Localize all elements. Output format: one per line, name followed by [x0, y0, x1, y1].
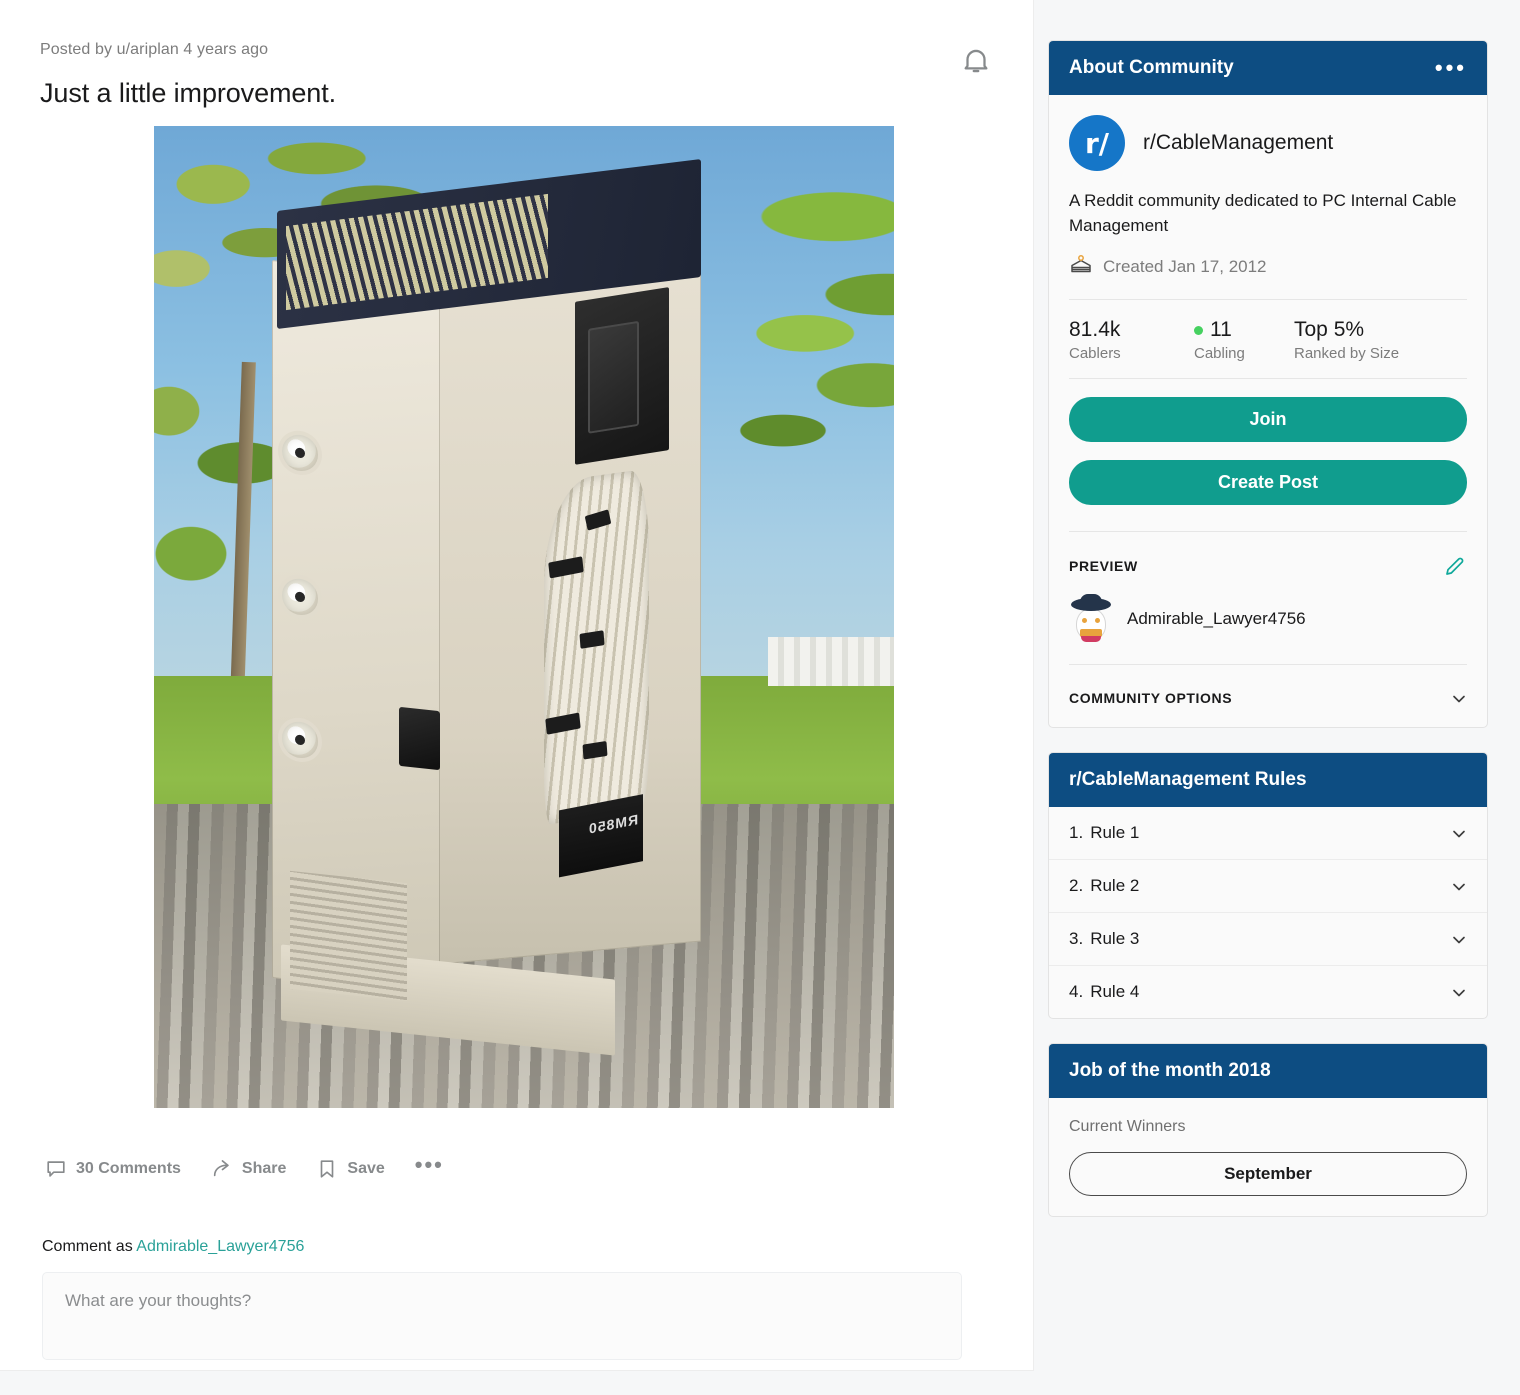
join-button[interactable]: Join [1069, 397, 1467, 443]
rule-item[interactable]: 1. Rule 1 [1049, 807, 1487, 861]
preview-user-row[interactable]: Admirable_Lawyer4756 [1069, 594, 1467, 666]
motherboard [575, 287, 670, 466]
cable-junction-box [398, 706, 440, 770]
comments-label: 30 Comments [76, 1160, 181, 1177]
sidebar: About Community ••• r/ r/CableManagement… [1048, 40, 1488, 1241]
stat-label: Ranked by Size [1294, 345, 1400, 363]
save-button[interactable]: Save [316, 1158, 385, 1180]
rule-item[interactable]: 4. Rule 4 [1049, 966, 1487, 1018]
community-options-toggle[interactable]: COMMUNITY OPTIONS [1069, 689, 1467, 707]
stat-cabling: 11 Cabling [1194, 318, 1294, 362]
post-header: Posted by u/ariplan 4 years ago Just a l… [0, 0, 1033, 110]
community-name: r/CableManagement [1143, 131, 1334, 154]
created-date: Created Jan 17, 2012 [1103, 256, 1267, 276]
save-label: Save [347, 1160, 385, 1177]
rule-label: Rule 4 [1090, 982, 1140, 1002]
rule-number: 3. [1069, 929, 1084, 949]
stat-value: Top 5% [1294, 318, 1365, 342]
preview-section-header: PREVIEW [1069, 531, 1467, 578]
community-stats: 81.4k Cablers 11 Cabling Top 5% Ranked b… [1069, 300, 1467, 380]
photo-scene: RM850 [154, 126, 894, 1108]
case-vents [290, 871, 408, 1002]
post-more-button[interactable]: ••• [415, 1154, 444, 1178]
job-title: Job of the month 2018 [1069, 1060, 1271, 1082]
comment-as-prefix: Comment as [42, 1238, 137, 1255]
chevron-down-icon [1449, 824, 1467, 842]
post-action-bar: 30 Comments Share Save ••• [45, 1154, 444, 1180]
fence [768, 636, 894, 686]
comment-icon [45, 1158, 67, 1180]
rule-number: 1. [1069, 823, 1084, 843]
job-of-the-month-header: Job of the month 2018 [1049, 1044, 1487, 1099]
rule-number: 4. [1069, 982, 1084, 1002]
chevron-down-icon [1449, 983, 1467, 1001]
subreddit-logo-icon: r/ [1069, 115, 1125, 171]
post-image[interactable]: RM850 [154, 126, 894, 1108]
stat-label: Cabling [1194, 345, 1245, 363]
created-date-row: Created Jan 17, 2012 [1069, 252, 1467, 301]
about-more-button[interactable]: ••• [1435, 57, 1467, 79]
page-title: Just a little improvement. [40, 78, 337, 109]
job-body: Current Winners September [1049, 1098, 1487, 1216]
rule-item[interactable]: 2. Rule 2 [1049, 860, 1487, 914]
bell-icon[interactable] [959, 44, 993, 78]
rule-number: 2. [1069, 876, 1084, 896]
community-description: A Reddit community dedicated to PC Inter… [1069, 191, 1457, 235]
stat-value: 81.4k [1069, 318, 1121, 342]
share-button[interactable]: Share [211, 1158, 286, 1180]
case-fan [282, 720, 319, 761]
rules-list: 1. Rule 1 2. Rule 2 3. Rule 3 4. Rule 4 [1049, 807, 1487, 1018]
rule-label: Rule 2 [1090, 876, 1140, 896]
comments-button[interactable]: 30 Comments [45, 1158, 181, 1180]
stat-cablers: 81.4k Cablers [1069, 318, 1194, 362]
case-fan [282, 433, 319, 474]
about-community-card: About Community ••• r/ r/CableManagement… [1048, 40, 1488, 729]
stat-rank: Top 5% Ranked by Size [1294, 318, 1399, 362]
chevron-down-icon [1449, 930, 1467, 948]
comment-as: Comment as Admirable_Lawyer4756 [42, 1238, 304, 1256]
comment-input[interactable]: What are your thoughts? [42, 1272, 962, 1360]
pc-case: RM850 [272, 158, 723, 1056]
current-winners-label: Current Winners [1069, 1118, 1186, 1136]
rules-title: r/CableManagement Rules [1069, 769, 1307, 791]
avatar [1069, 594, 1113, 643]
rule-label: Rule 1 [1090, 823, 1140, 843]
bookmark-icon [316, 1158, 338, 1180]
share-label: Share [241, 1160, 287, 1177]
about-community-title: About Community [1069, 57, 1234, 78]
rule-item[interactable]: 3. Rule 3 [1049, 913, 1487, 967]
share-icon [211, 1158, 233, 1180]
chevron-down-icon [1449, 689, 1467, 707]
post-card: Posted by u/ariplan 4 years ago Just a l… [0, 0, 1034, 1371]
case-side-panel: RM850 [439, 198, 702, 965]
cake-icon [1069, 252, 1093, 281]
rules-header: r/CableManagement Rules [1049, 753, 1487, 808]
online-dot-icon [1194, 325, 1203, 335]
comment-as-username[interactable]: Admirable_Lawyer4756 [136, 1238, 304, 1255]
community-identity[interactable]: r/ r/CableManagement [1069, 115, 1467, 171]
case-fan [282, 577, 319, 618]
post-meta: Posted by u/ariplan 4 years ago [40, 41, 269, 58]
about-community-body: r/ r/CableManagement A Reddit community … [1049, 95, 1487, 727]
community-options-label: COMMUNITY OPTIONS [1069, 690, 1233, 707]
stat-label: Cablers [1069, 345, 1121, 363]
create-post-button[interactable]: Create Post [1069, 460, 1467, 506]
month-button[interactable]: September [1069, 1152, 1467, 1197]
chevron-down-icon [1449, 877, 1467, 895]
psu-label: RM850 [588, 810, 639, 837]
job-of-the-month-card: Job of the month 2018 Current Winners Se… [1048, 1043, 1488, 1218]
edit-pencil-icon[interactable] [1443, 554, 1467, 578]
rules-card: r/CableManagement Rules 1. Rule 1 2. Rul… [1048, 752, 1488, 1020]
preview-username: Admirable_Lawyer4756 [1127, 609, 1306, 629]
preview-label: PREVIEW [1069, 558, 1138, 575]
rule-label: Rule 3 [1090, 929, 1140, 949]
reddit-post-page: Posted by u/ariplan 4 years ago Just a l… [0, 0, 1520, 1395]
stat-value: 11 [1210, 318, 1232, 342]
about-community-header: About Community ••• [1049, 41, 1487, 95]
